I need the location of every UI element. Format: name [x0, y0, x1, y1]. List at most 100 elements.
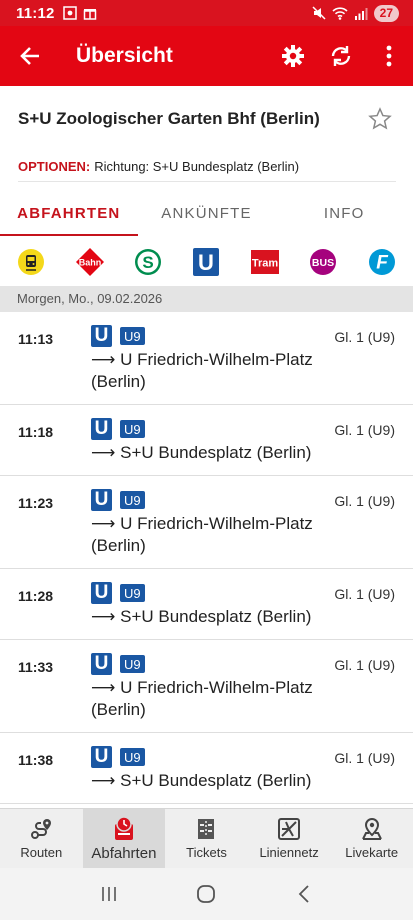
nav-tickets[interactable]: Tickets	[165, 809, 248, 868]
u-bahn-badge-icon: U	[91, 746, 112, 768]
departure-time: 11:13	[18, 331, 54, 347]
date-header: Morgen, Mo., 09.02.2026	[0, 286, 413, 312]
line-badge: U9	[120, 584, 145, 602]
departure-time: 11:33	[18, 659, 54, 675]
direction-arrow-icon: ⟶	[91, 514, 121, 533]
platform: Gl. 1 (U9)	[334, 750, 395, 766]
destination: U Friedrich-Wilhelm-Platz	[120, 514, 313, 533]
u-bahn-icon: U	[193, 248, 220, 276]
tram-icon: Tram	[250, 250, 279, 274]
gift-icon	[83, 9, 96, 20]
platform: Gl. 1 (U9)	[334, 586, 395, 602]
departure-row[interactable]: 11:28 U U9 ⟶ S+U Bundesplatz (Berlin) Gl…	[0, 569, 413, 640]
home-icon	[197, 885, 216, 903]
more-menu-button[interactable]	[365, 26, 413, 86]
ferry-icon: F	[368, 249, 395, 275]
filter-bahn[interactable]: Bahn	[75, 247, 105, 277]
line-badge: U9	[120, 655, 145, 673]
s-bahn-label: S	[142, 253, 153, 272]
favorite-button[interactable]	[365, 104, 395, 134]
destination-city: (Berlin)	[91, 700, 146, 719]
nav-liniennetz-label: Liniennetz	[259, 845, 319, 860]
line-badge: U9	[120, 491, 145, 509]
live-map-icon	[361, 817, 382, 840]
platform: Gl. 1 (U9)	[334, 422, 395, 438]
arrow-back-icon	[20, 47, 39, 65]
tab-info[interactable]: INFO	[275, 190, 413, 236]
options-label: OPTIONEN:	[18, 159, 91, 174]
system-navigation-bar	[0, 868, 413, 920]
bahn-yellow-icon	[18, 249, 45, 275]
battery-indicator: 27	[373, 4, 399, 22]
ticket-icon	[198, 819, 215, 839]
page-title: Übersicht	[76, 44, 173, 67]
direction-arrow-icon: ⟶	[91, 350, 121, 369]
tab-abfahrten[interactable]: ABFAHRTEN	[0, 190, 138, 236]
bus-label: BUS	[312, 257, 334, 269]
departure-row[interactable]: 11:23 U U9 ⟶ U Friedrich-Wilhelm-Platz (B…	[0, 476, 413, 569]
filter-bus[interactable]: BUS	[308, 247, 338, 277]
filter-s-bahn[interactable]: S	[133, 247, 163, 277]
platform: Gl. 1 (U9)	[334, 329, 395, 345]
system-back-button[interactable]	[284, 874, 324, 914]
nav-routen[interactable]: Routen	[0, 809, 83, 868]
route-icon	[31, 819, 52, 839]
destination-city: (Berlin)	[91, 536, 146, 555]
destination: S+U Bundesplatz (Berlin)	[120, 771, 312, 790]
recents-icon	[102, 887, 116, 901]
nav-abfahrten[interactable]: Abfahrten	[82, 809, 166, 868]
nav-liniennetz[interactable]: Liniennetz	[248, 809, 331, 868]
destination: U Friedrich-Wilhelm-Platz	[120, 678, 313, 697]
line-badge: U9	[120, 748, 145, 766]
back-button[interactable]	[0, 26, 60, 86]
direction-arrow-icon: ⟶	[91, 607, 121, 626]
screenshot-icon	[62, 6, 77, 20]
signal-icon	[354, 7, 368, 20]
departure-row[interactable]: 11:18 U U9 ⟶ S+U Bundesplatz (Berlin) Gl…	[0, 405, 413, 476]
departures-icon	[114, 816, 133, 840]
refresh-button[interactable]	[317, 26, 365, 86]
departure-time: 11:23	[18, 495, 54, 511]
back-chevron-icon	[298, 885, 309, 903]
destination-city: (Berlin)	[91, 372, 146, 391]
nav-livekarte[interactable]: Livekarte	[330, 809, 413, 868]
departure-time: 11:18	[18, 424, 54, 440]
departure-row[interactable]: 11:33 U U9 ⟶ U Friedrich-Wilhelm-Platz (B…	[0, 640, 413, 733]
settings-button[interactable]	[269, 26, 317, 86]
direction-arrow-icon: ⟶	[91, 443, 121, 462]
bus-icon: BUS	[310, 249, 337, 275]
ferry-label: F	[376, 253, 389, 274]
departure-row[interactable]: 11:13 U U9 ⟶ U Friedrich-Wilhelm-Platz (B…	[0, 312, 413, 405]
network-map-icon	[278, 818, 301, 840]
tab-bar: ABFAHRTEN ANKÜNFTE INFO	[0, 190, 413, 236]
bottom-navigation: Routen Abfahrten Tickets Liniennetz Live…	[0, 808, 413, 868]
filter-tram[interactable]: Tram	[250, 247, 280, 277]
station-name: S+U Zoologischer Garten Bhf (Berlin)	[18, 109, 320, 128]
u-bahn-badge-icon: U	[91, 582, 112, 604]
destination: S+U Bundesplatz (Berlin)	[120, 607, 312, 626]
tram-label: Tram	[252, 258, 279, 270]
status-bar: 11:12 27	[0, 0, 413, 26]
destination: S+U Bundesplatz (Berlin)	[120, 443, 312, 462]
nav-abfahrten-label: Abfahrten	[91, 845, 157, 862]
options-row[interactable]: OPTIONEN: Richtung: S+U Bundesplatz (Ber…	[18, 152, 396, 182]
u-bahn-badge-icon: U	[91, 489, 112, 511]
nav-livekarte-label: Livekarte	[345, 845, 399, 860]
filter-u-bahn[interactable]: U	[191, 247, 221, 277]
filter-ferry[interactable]: F	[367, 247, 397, 277]
direction-arrow-icon: ⟶	[91, 771, 121, 790]
bahn-label: Bahn	[78, 258, 101, 268]
u-bahn-badge-icon: U	[91, 418, 112, 440]
tab-ankuenfte[interactable]: ANKÜNFTE	[138, 190, 276, 236]
home-button[interactable]	[186, 874, 226, 914]
platform: Gl. 1 (U9)	[334, 493, 395, 509]
filter-bahn-yellow[interactable]	[16, 247, 46, 277]
station-header: S+U Zoologischer Garten Bhf (Berlin)	[0, 86, 413, 152]
u-bahn-badge-icon: U	[91, 325, 112, 347]
platform: Gl. 1 (U9)	[334, 657, 395, 673]
recents-button[interactable]	[89, 874, 129, 914]
departure-row[interactable]: 11:38 U U9 ⟶ S+U Bundesplatz (Berlin) Gl…	[0, 733, 413, 804]
gear-icon	[282, 45, 304, 67]
departure-time: 11:28	[18, 588, 54, 604]
departure-list: 11:13 U U9 ⟶ U Friedrich-Wilhelm-Platz (B…	[0, 312, 413, 808]
